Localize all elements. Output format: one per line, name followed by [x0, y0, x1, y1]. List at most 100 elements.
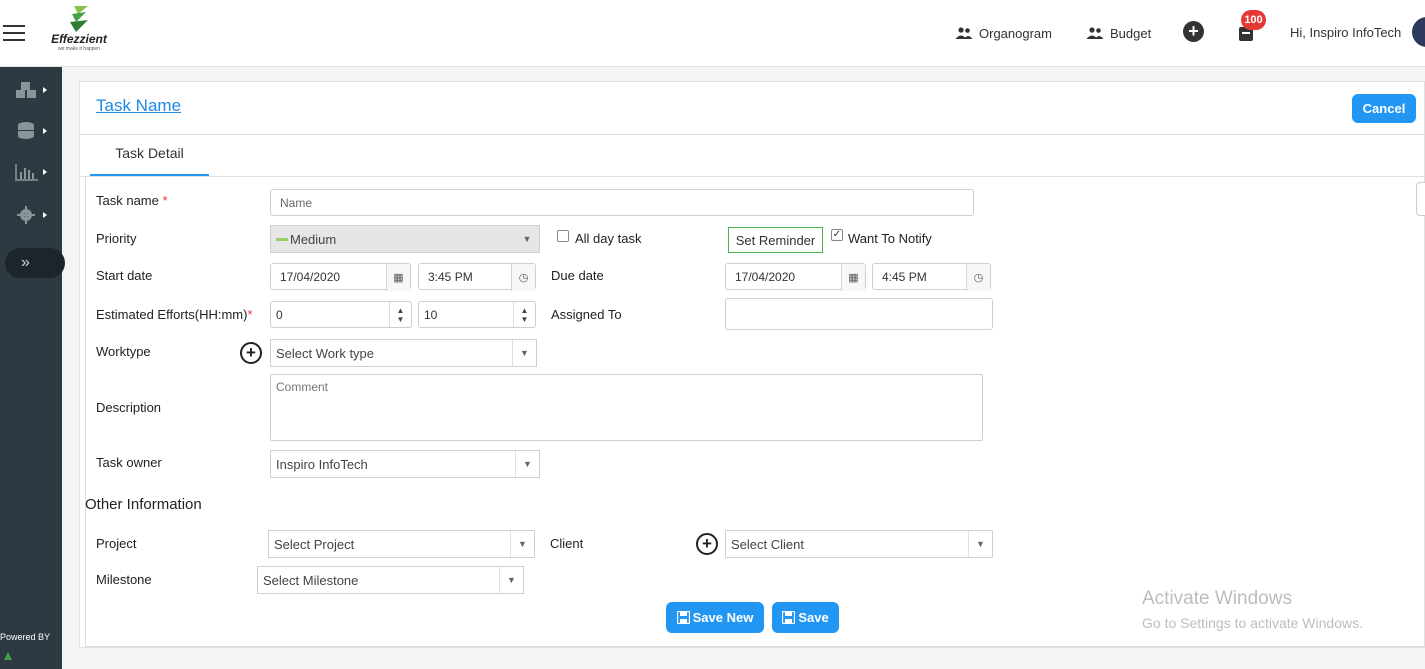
client-placeholder: Select Client — [731, 536, 804, 552]
chevron-down-icon: ▼ — [512, 340, 536, 366]
sidebar: » Powered BY — [0, 67, 65, 669]
divider — [80, 134, 1425, 135]
due-time-value: 4:45 PM — [882, 269, 927, 284]
start-date-value: 17/04/2020 — [280, 269, 341, 284]
activation-watermark-title: Activate Windows — [1142, 588, 1292, 609]
organogram-label: Organogram — [979, 25, 1052, 41]
set-reminder-button[interactable]: Set Reminder — [728, 227, 823, 253]
efforts-minutes-stepper[interactable]: 10 ▲ ▼ — [418, 301, 536, 328]
start-time-value: 3:45 PM — [428, 269, 473, 284]
clock-icon[interactable]: ◷ — [511, 264, 535, 291]
description-label: Description — [96, 400, 162, 415]
activation-watermark-text: Go to Settings to activate Windows. — [1142, 615, 1363, 631]
users-icon — [1086, 27, 1104, 39]
save-new-button[interactable]: Save New — [666, 602, 764, 633]
powered-by-logo-icon — [4, 652, 12, 660]
save-icon — [676, 611, 690, 624]
add-icon[interactable]: + — [1183, 21, 1204, 42]
priority-label: Priority — [96, 231, 137, 246]
top-bar: Effezzient we make it happen Organogram … — [0, 0, 1425, 67]
app-name: Effezzient — [51, 32, 107, 46]
stepper-arrows-icon[interactable]: ▲ ▼ — [389, 302, 411, 327]
budget-link[interactable]: Budget — [1086, 24, 1151, 42]
start-time-input[interactable]: 3:45 PM ◷ — [418, 263, 536, 291]
database-icon — [18, 122, 34, 139]
notification-badge[interactable]: 100 — [1241, 10, 1266, 30]
tab-task-detail[interactable]: Task Detail — [90, 136, 209, 177]
efforts-minutes-value: 10 — [424, 307, 438, 322]
save-button[interactable]: Save — [772, 602, 839, 633]
chevron-down-icon: ▼ — [522, 234, 532, 244]
assigned-to-label: Assigned To — [551, 307, 622, 322]
sidebar-item-reports[interactable] — [14, 159, 50, 185]
task-name-input[interactable]: Name — [270, 189, 974, 216]
add-client-icon[interactable]: + — [696, 533, 718, 555]
project-select[interactable]: Select Project ▼ — [268, 530, 535, 558]
stepper-arrows-icon[interactable]: ▲ ▼ — [513, 302, 535, 327]
sidebar-expand-button[interactable]: » — [5, 248, 65, 278]
logo-mark-icon — [70, 6, 88, 32]
chevron-down-icon: ▼ — [968, 531, 992, 557]
priority-value: Medium — [290, 231, 337, 247]
worktype-placeholder: Select Work type — [276, 345, 375, 361]
project-label: Project — [96, 536, 137, 551]
want-notify-checkbox[interactable]: ✓ — [831, 229, 843, 241]
all-day-label: All day task — [575, 231, 642, 246]
due-time-input[interactable]: 4:45 PM ◷ — [872, 263, 991, 291]
app-tagline: we make it happen — [58, 46, 100, 52]
milestone-placeholder: Select Milestone — [263, 572, 359, 588]
estimated-efforts-label: Estimated Efforts(HH:mm)* — [96, 307, 253, 322]
chart-icon — [15, 164, 38, 181]
start-date-input[interactable]: 17/04/2020 ▦ — [270, 263, 411, 291]
cancel-button[interactable]: Cancel — [1352, 94, 1416, 123]
hamburger-menu-icon[interactable] — [3, 25, 25, 41]
calendar-icon[interactable]: ▦ — [386, 264, 410, 291]
worktype-label: Worktype — [96, 344, 151, 359]
budget-label: Budget — [1110, 25, 1152, 41]
client-select[interactable]: Select Client ▼ — [725, 530, 993, 558]
users-icon — [955, 27, 973, 39]
due-date-label: Due date — [551, 268, 604, 283]
save-icon — [782, 611, 796, 624]
organogram-link[interactable]: Organogram — [955, 24, 1052, 42]
avatar[interactable] — [1412, 17, 1425, 47]
gear-icon — [17, 206, 35, 224]
powered-by-label: Powered BY — [0, 632, 51, 642]
task-owner-select[interactable]: Inspiro InfoTech ▼ — [270, 450, 540, 478]
milestone-label: Milestone — [96, 572, 152, 587]
client-label: Client — [550, 536, 584, 551]
sidebar-item-settings[interactable] — [14, 202, 50, 228]
sidebar-item-database[interactable] — [14, 118, 50, 144]
assigned-to-input[interactable] — [725, 298, 993, 330]
clock-icon[interactable]: ◷ — [966, 264, 990, 291]
logo[interactable]: Effezzient we make it happen — [44, 4, 114, 62]
description-textarea[interactable]: Comment — [270, 374, 983, 441]
task-owner-value: Inspiro InfoTech — [276, 456, 368, 472]
other-information-heading: Other Information — [85, 496, 202, 513]
worktype-select[interactable]: Select Work type ▼ — [270, 339, 537, 367]
task-owner-label: Task owner — [96, 455, 162, 470]
project-placeholder: Select Project — [274, 536, 355, 552]
chevron-down-icon: ▼ — [515, 451, 539, 477]
add-worktype-icon[interactable]: + — [240, 342, 262, 364]
priority-indicator — [276, 237, 288, 241]
user-greeting[interactable]: Hi, Inspiro InfoTech — [1290, 25, 1401, 40]
save-new-label: Save New — [692, 610, 754, 625]
save-label: Save — [798, 610, 829, 625]
chevron-down-icon: ▼ — [510, 531, 534, 557]
chevron-down-icon: ▼ — [499, 567, 523, 593]
calendar-icon[interactable]: ▦ — [841, 264, 865, 291]
due-date-value: 17/04/2020 — [735, 269, 796, 284]
efforts-hours-stepper[interactable]: 0 ▲ ▼ — [270, 301, 412, 328]
all-day-checkbox[interactable] — [557, 230, 569, 242]
start-date-label: Start date — [96, 268, 153, 283]
priority-select[interactable]: Medium ▼ — [270, 225, 540, 253]
sidebar-item-modules[interactable] — [14, 77, 50, 103]
milestone-select[interactable]: Select Milestone ▼ — [257, 566, 524, 594]
page-title[interactable]: Task Name — [96, 96, 181, 116]
efforts-hours-value: 0 — [276, 307, 283, 322]
task-name-label: Task name * — [96, 193, 168, 208]
scroll-handle[interactable] — [1416, 182, 1425, 216]
want-notify-label: Want To Notify — [848, 231, 932, 246]
due-date-input[interactable]: 17/04/2020 ▦ — [725, 263, 866, 291]
